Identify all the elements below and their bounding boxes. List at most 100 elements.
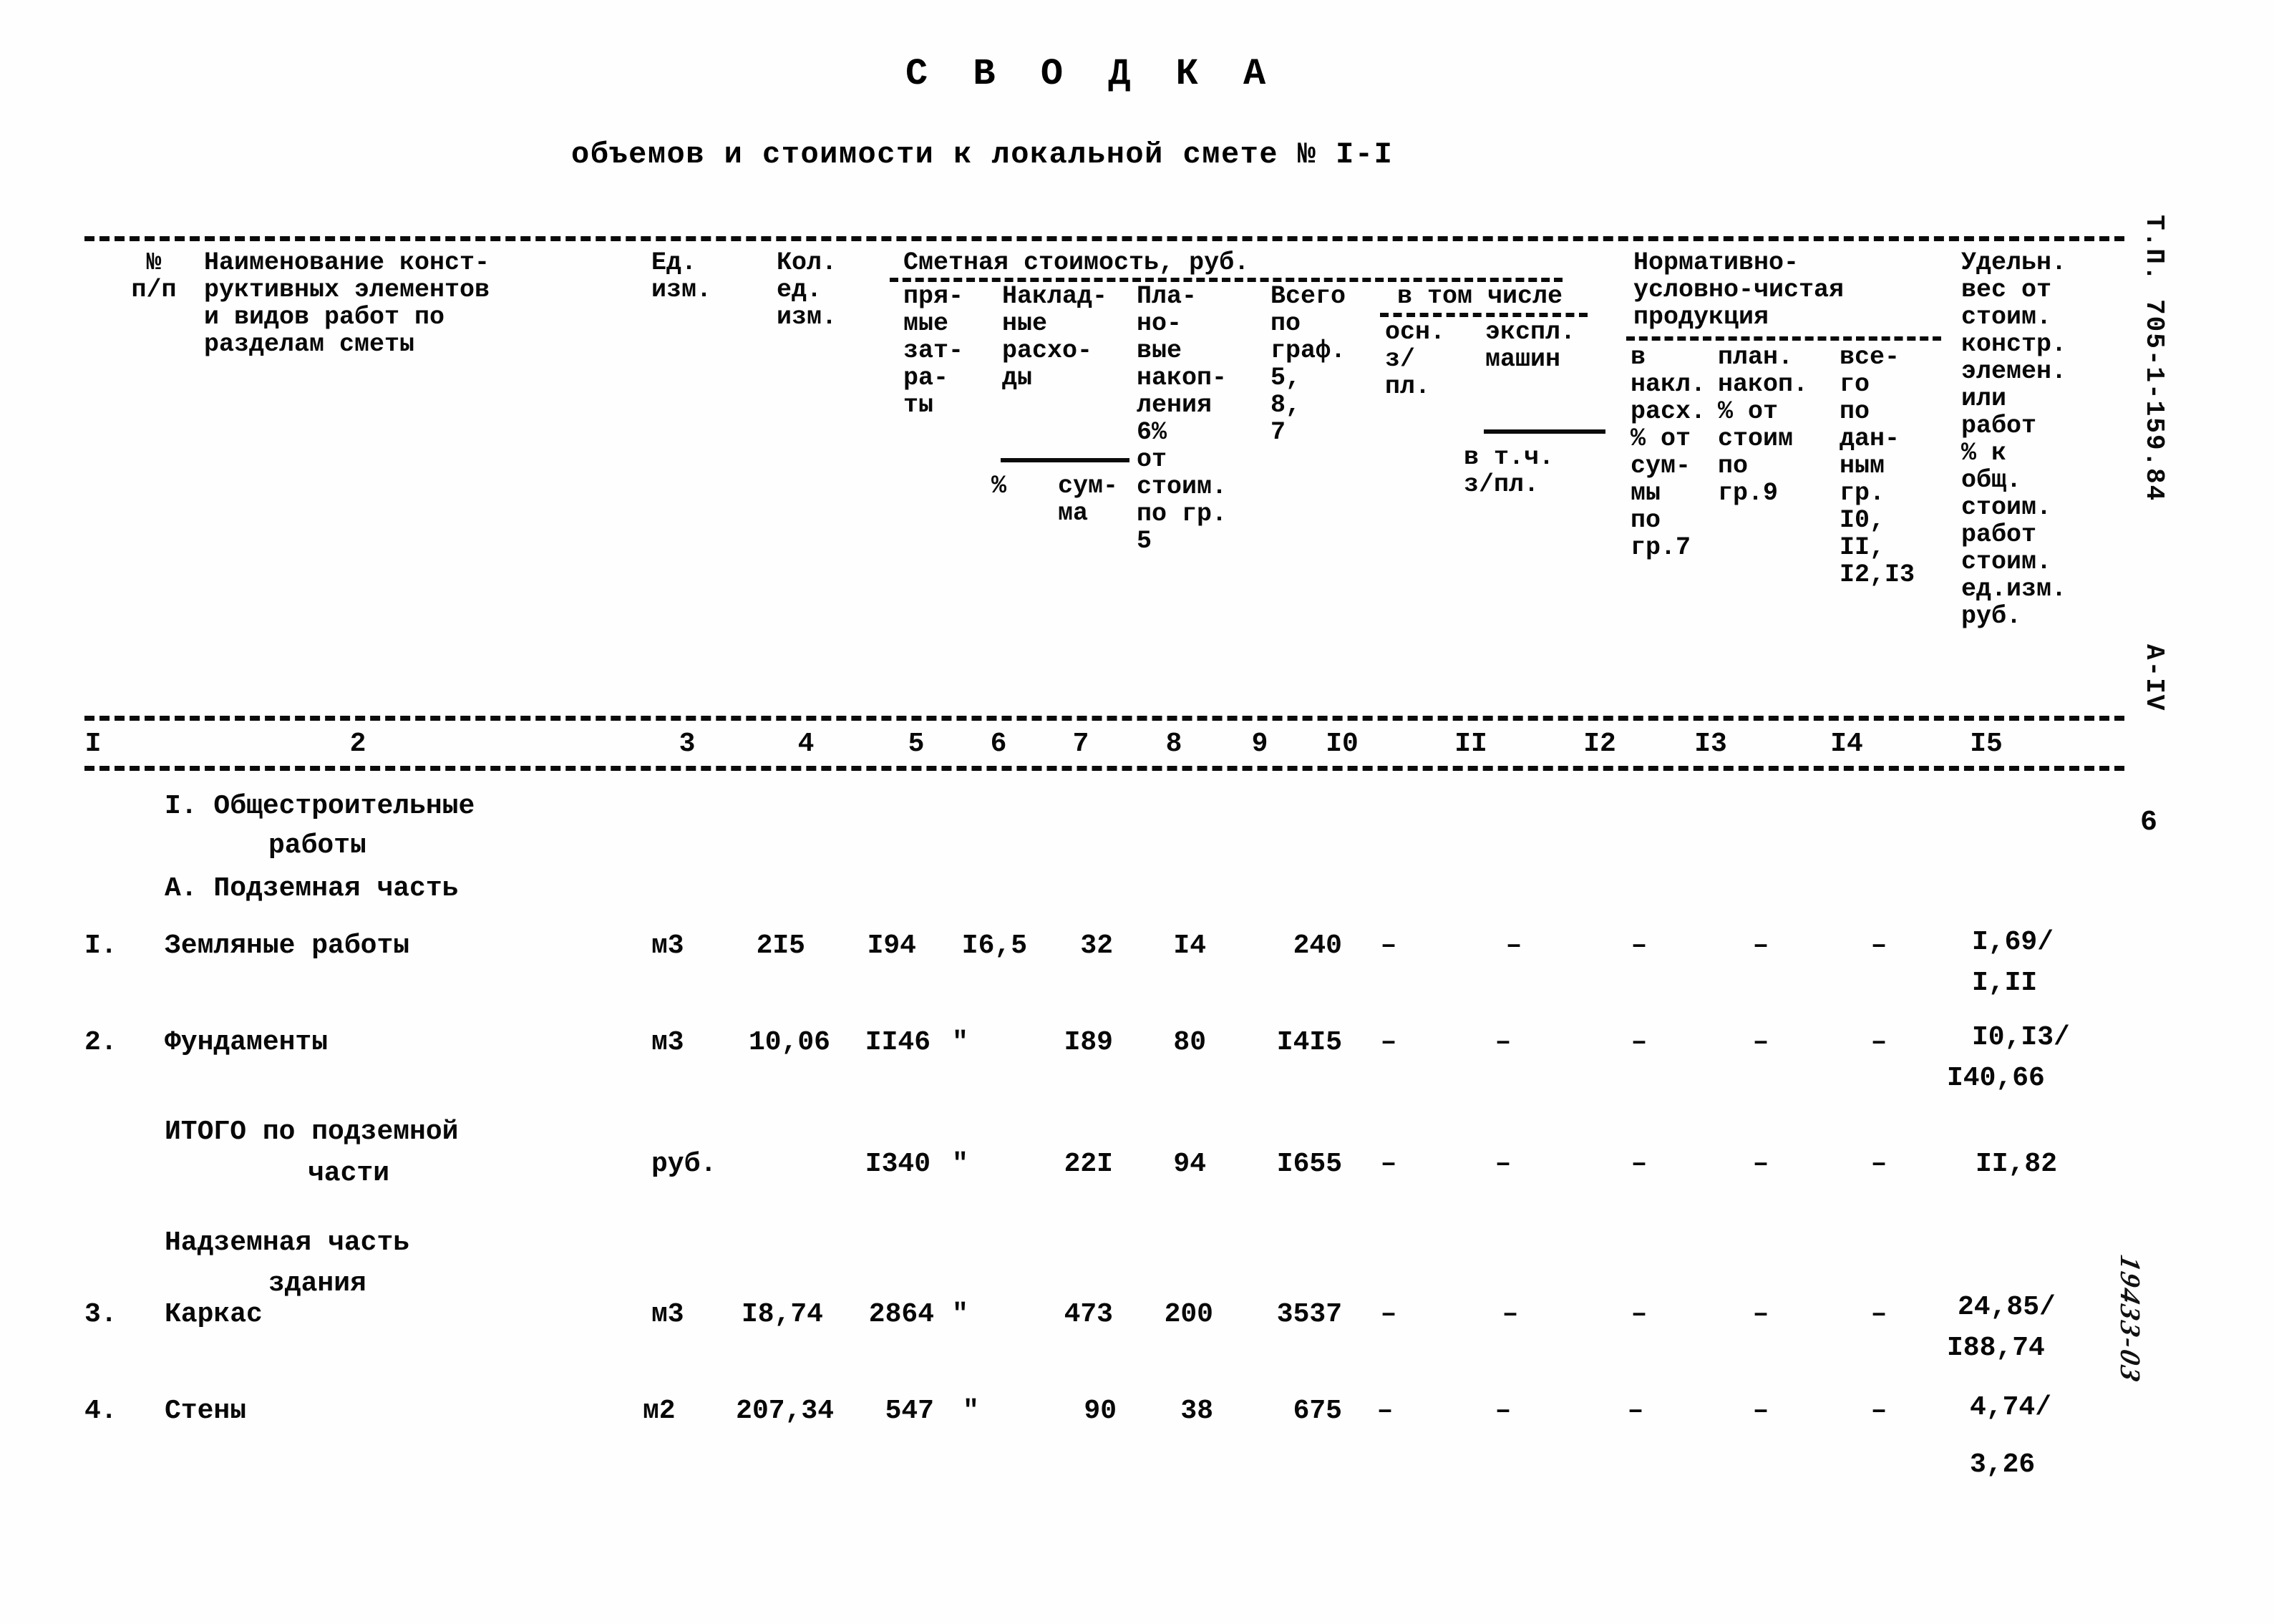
table-row-5-unit: м2 [643, 1396, 676, 1426]
table-row-5-osn-zp: – [1376, 1396, 1394, 1426]
column-number-1: I [84, 729, 102, 759]
header-group-estimated-cost: Сметная стоимость, руб. [903, 248, 1250, 277]
table-row-3-name-line-2: части [308, 1158, 390, 1189]
table-row-4-nucp-nakl: – [1752, 1299, 1769, 1330]
table-row-1-share-1: I,69/ [1972, 927, 2054, 958]
table-row-1-nucp-nakl: – [1752, 930, 1769, 961]
section-heading-line-1: I. Общестроительные [165, 791, 475, 822]
table-row-1-plan-accum: I4 [1173, 930, 1206, 961]
header-group-of-which-rule [1380, 313, 1588, 317]
table-row-5-share-2: 3,26 [1970, 1449, 2036, 1480]
section-heading-line-2: работы [268, 830, 366, 861]
table-row-1-oh-sum: 32 [1080, 930, 1113, 961]
table-row-2-nucp-nakl: – [1752, 1027, 1769, 1058]
header-rule-bottom [84, 716, 2124, 721]
table-row-5-mach: – [1495, 1396, 1512, 1426]
column-number-14: I4 [1830, 729, 1863, 759]
column-number-8: 8 [1165, 729, 1182, 759]
header-col-6: % [991, 472, 1007, 500]
table-row-1-osn-zp: – [1380, 930, 1397, 961]
column-number-12: I2 [1583, 729, 1616, 759]
table-row-2-direct: II46 [865, 1027, 931, 1058]
header-col-6-7-group: Наклад- ные расхо- ды [1002, 282, 1108, 392]
table-row-2-share-2: I40,66 [1947, 1063, 2045, 1094]
table-row-5-plan-accum: 38 [1180, 1396, 1213, 1426]
table-row-3-total: I655 [1276, 1149, 1342, 1180]
table-row-5-nucp-plan: – [1870, 1396, 1887, 1426]
table-row-2-name: Фундаменты [165, 1027, 329, 1058]
table-row-5-name: Стены [165, 1396, 247, 1426]
table-row-5-total: 675 [1293, 1396, 1342, 1426]
table-row-1-share-2: I,II [1972, 968, 2038, 998]
table-row-2-total: I4I5 [1276, 1027, 1342, 1058]
table-row-1-nucp-plan: – [1870, 930, 1887, 961]
header-col-2: Наименование конст- руктивных элементов … [204, 248, 490, 359]
column-number-15: I5 [1970, 729, 2003, 759]
table-row-5-oh-sum: 90 [1084, 1396, 1117, 1426]
column-number-2: 2 [349, 729, 366, 759]
column-number-7: 7 [1072, 729, 1089, 759]
table-row-2-mach: – [1495, 1027, 1512, 1058]
table-row-3-nucp-nakl: – [1752, 1149, 1769, 1180]
column-number-4: 4 [797, 729, 815, 759]
margin-series-code: А-IV [2139, 644, 2169, 712]
table-row-4-qty: I8,74 [741, 1299, 823, 1330]
table-row-1-mach: – [1505, 930, 1522, 961]
table-row-3-osn-zp: – [1380, 1149, 1397, 1180]
table-row-4-oh-pct: " [952, 1299, 968, 1330]
table-row-4-oh-sum: 473 [1064, 1299, 1113, 1330]
table-row-2-no: 2. [84, 1027, 117, 1058]
table-row-4-mach-zp: – [1631, 1299, 1648, 1330]
table-row-3-plan-accum: 94 [1173, 1149, 1206, 1180]
header-group-nucp: Нормативно- условно-чистая продукция [1633, 248, 1845, 331]
section-heading-2-line-2: здания [268, 1268, 366, 1299]
table-row-1-unit: м3 [651, 930, 684, 961]
header-col-12: в накл. расх. % от сум- мы по гр.7 [1631, 343, 1706, 562]
header-col-11-group: экспл. машин [1485, 318, 1576, 374]
header-col-7: сум- ма [1058, 472, 1119, 527]
table-row-5-share-1: 4,74/ [1970, 1392, 2052, 1423]
table-row-5-direct: 547 [885, 1396, 934, 1426]
table-row-4-no: 3. [84, 1299, 117, 1330]
table-row-4-plan-accum: 200 [1164, 1299, 1213, 1330]
column-number-6: 6 [990, 729, 1007, 759]
table-row-3-unit: руб. [651, 1149, 717, 1180]
header-col-10: осн. з/ пл. [1385, 318, 1446, 401]
page-number: 6 [2140, 807, 2158, 839]
section-heading-line-3: А. Подземная часть [165, 873, 459, 904]
header-group-of-which: в том числе [1397, 282, 1563, 311]
header-group-nucp-rule [1626, 336, 1941, 341]
table-row-4-name: Каркас [165, 1299, 263, 1330]
table-row-3-oh-sum: 22I [1064, 1149, 1113, 1180]
header-col-9: Всего по граф. 5, 8, 7 [1270, 282, 1346, 447]
header-rule-top [84, 236, 2124, 241]
table-row-2-mach-zp: – [1631, 1027, 1648, 1058]
table-row-4-unit: м3 [651, 1299, 684, 1330]
header-col-5: пря- мые зат- ра- ты [903, 282, 964, 419]
table-row-3-name-line-1: ИТОГО по подземной [165, 1117, 459, 1147]
table-row-5-oh-pct: " [963, 1396, 979, 1426]
column-number-5: 5 [908, 729, 925, 759]
header-col-1: № п/п [131, 248, 177, 304]
header-col-3: Ед. изм. [651, 248, 712, 304]
header-col-4: Кол. ед. изм. [777, 248, 837, 331]
table-row-5-qty: 207,34 [736, 1396, 834, 1426]
document-page: С В О Д К А объемов и стоимости к локаль… [0, 0, 2274, 1624]
table-row-1-oh-pct: I6,5 [961, 930, 1027, 961]
table-row-1-total: 240 [1293, 930, 1342, 961]
table-row-4-share-2: I88,74 [1947, 1333, 2045, 1363]
header-col-15: Удельн. вес от стоим. констр. элемен. ил… [1961, 248, 2067, 631]
table-row-4-mach: – [1502, 1299, 1519, 1330]
table-row-4-nucp-plan: – [1870, 1299, 1887, 1330]
table-row-1-name: Земляные работы [165, 930, 410, 961]
table-row-3-oh-pct: " [952, 1149, 968, 1180]
column-number-9: 9 [1251, 729, 1268, 759]
table-row-4-osn-zp: – [1380, 1299, 1397, 1330]
column-number-13: I3 [1694, 729, 1727, 759]
table-row-5-mach-zp: – [1627, 1396, 1644, 1426]
header-col-11: в т.ч. з/пл. [1464, 443, 1555, 499]
table-row-4-direct: 2864 [868, 1299, 934, 1330]
table-row-1-mach-zp: – [1631, 930, 1648, 961]
table-row-3-share-1: II,82 [1976, 1149, 2058, 1180]
table-row-2-qty: 10,06 [748, 1027, 830, 1058]
